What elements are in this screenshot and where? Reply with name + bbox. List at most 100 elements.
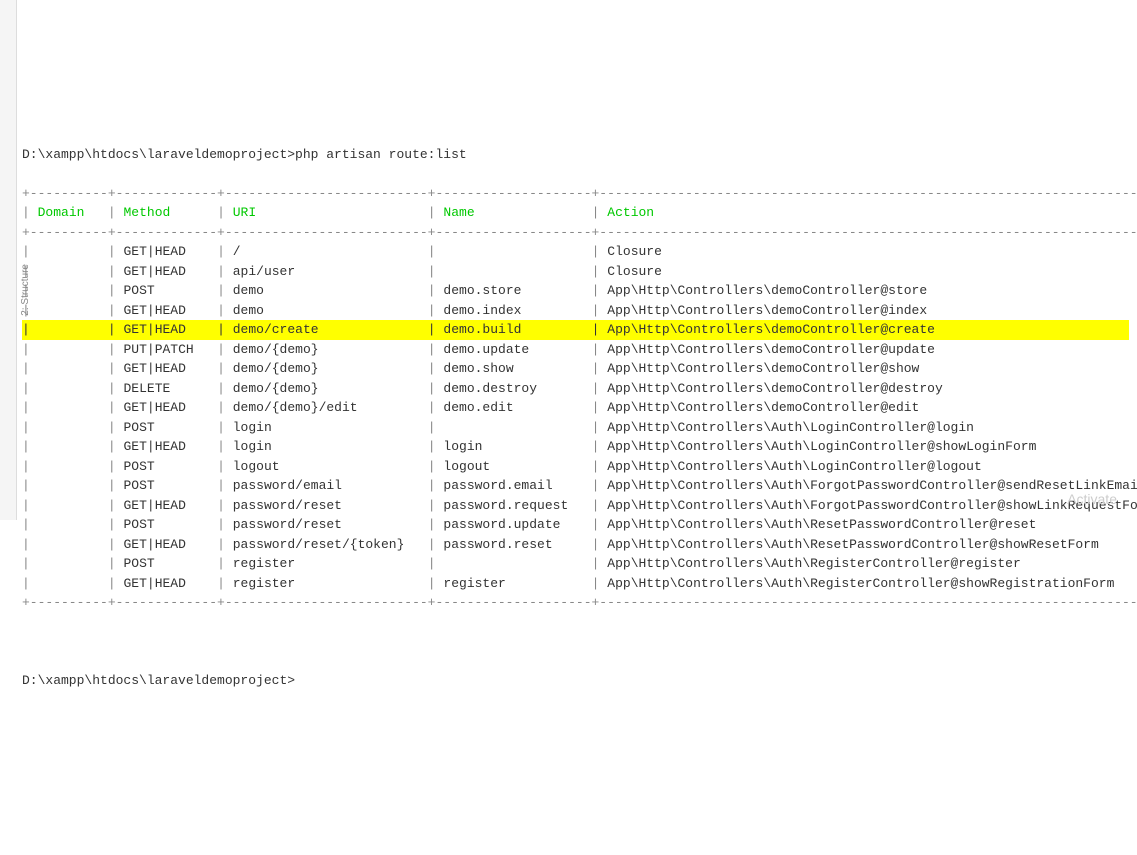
table-row: | | POST | password/reset | password.upd… [22, 515, 1129, 535]
cell-action: App\Http\Controllers\demoController@dest… [607, 381, 1130, 396]
cell-name: password.request [443, 498, 583, 513]
cell-domain [38, 264, 100, 279]
table-header-row: | Domain | Method | URI | Name | Action … [22, 203, 1129, 223]
table-row: | | GET|HEAD | login | login | App\Http\… [22, 437, 1129, 457]
cell-method: GET|HEAD [123, 439, 209, 454]
table-row: | | POST | login | | App\Http\Controller… [22, 418, 1129, 438]
cell-action: App\Http\Controllers\Auth\ForgotPassword… [607, 498, 1137, 513]
table-separator: +----------+-------------+--------------… [22, 184, 1129, 204]
table-row: | | GET|HEAD | demo/{demo}/edit | demo.e… [22, 398, 1129, 418]
cell-uri: api/user [233, 264, 420, 279]
cell-domain [38, 517, 100, 532]
cell-domain [38, 361, 100, 376]
cell-action: App\Http\Controllers\demoController@crea… [607, 322, 1130, 337]
cell-action: App\Http\Controllers\demoController@upda… [607, 342, 1130, 357]
cell-name: demo.destroy [443, 381, 583, 396]
cell-uri: demo/{demo} [233, 342, 420, 357]
cell-method: GET|HEAD [123, 244, 209, 259]
cell-name [443, 244, 583, 259]
cell-method: POST [123, 420, 209, 435]
cell-name: password.email [443, 478, 583, 493]
cell-uri: login [233, 420, 420, 435]
table-row: | | GET|HEAD | register | register | App… [22, 574, 1129, 594]
table-row: | | POST | password/email | password.ema… [22, 476, 1129, 496]
cell-name: logout [443, 459, 583, 474]
cell-method: GET|HEAD [123, 322, 209, 337]
table-row: | | GET|HEAD | / | | Closure | web | [22, 242, 1129, 262]
cell-uri: login [233, 439, 420, 454]
cell-uri: register [233, 576, 420, 591]
activate-watermark: Activate [1067, 489, 1117, 510]
cell-method: GET|HEAD [123, 303, 209, 318]
cell-name: login [443, 439, 583, 454]
column-header-name: Name [443, 205, 583, 220]
cell-domain [38, 420, 100, 435]
cell-name: demo.index [443, 303, 583, 318]
cell-domain [38, 478, 100, 493]
cell-method: POST [123, 283, 209, 298]
terminal-output: D:\xampp\htdocs\laraveldemoproject>php a… [22, 125, 1129, 710]
cell-name: demo.store [443, 283, 583, 298]
cell-uri: demo [233, 303, 420, 318]
cell-method: GET|HEAD [123, 264, 209, 279]
cell-uri: demo/{demo} [233, 381, 420, 396]
cell-method: PUT|PATCH [123, 342, 209, 357]
cell-name: register [443, 576, 583, 591]
cell-action: App\Http\Controllers\Auth\RegisterContro… [607, 576, 1130, 591]
cell-name: password.reset [443, 537, 583, 552]
ide-sidebar: 2: Structure [0, 0, 17, 520]
cell-method: GET|HEAD [123, 498, 209, 513]
command-prompt: D:\xampp\htdocs\laraveldemoproject>php a… [22, 145, 1129, 165]
table-row: | | POST | logout | logout | App\Http\Co… [22, 457, 1129, 477]
cell-domain [38, 537, 100, 552]
cell-domain [38, 576, 100, 591]
cell-name: demo.show [443, 361, 583, 376]
column-header-method: Method [123, 205, 209, 220]
cell-uri: logout [233, 459, 420, 474]
cell-action: App\Http\Controllers\Auth\ResetPasswordC… [607, 537, 1130, 552]
cell-domain [38, 439, 100, 454]
cell-domain [38, 303, 100, 318]
cell-domain [38, 556, 100, 571]
cell-uri: password/reset [233, 498, 420, 513]
cell-uri: / [233, 244, 420, 259]
cell-action: Closure [607, 244, 1130, 259]
table-row: | | GET|HEAD | demo | demo.index | App\H… [22, 301, 1129, 321]
cell-uri: demo/{demo} [233, 361, 420, 376]
cell-action: App\Http\Controllers\Auth\ForgotPassword… [607, 478, 1137, 493]
cell-uri: register [233, 556, 420, 571]
cell-uri: password/reset/{token} [233, 537, 420, 552]
cell-method: DELETE [123, 381, 209, 396]
sidebar-label[interactable]: 2: Structure [16, 260, 35, 320]
table-row: | | POST | register | | App\Http\Control… [22, 554, 1129, 574]
cell-domain [38, 283, 100, 298]
cell-action: App\Http\Controllers\demoController@edit [607, 400, 1130, 415]
cell-action: App\Http\Controllers\demoController@show [607, 361, 1130, 376]
cell-name [443, 420, 583, 435]
cell-domain [38, 381, 100, 396]
table-row: | | PUT|PATCH | demo/{demo} | demo.updat… [22, 340, 1129, 360]
cell-name: demo.edit [443, 400, 583, 415]
cell-name [443, 264, 583, 279]
column-header-uri: URI [233, 205, 420, 220]
cell-domain [38, 342, 100, 357]
cell-action: App\Http\Controllers\Auth\LoginControlle… [607, 439, 1130, 454]
table-row: | | GET|HEAD | api/user | | Closure | ap… [22, 262, 1129, 282]
column-header-domain: Domain [38, 205, 100, 220]
cell-domain [38, 400, 100, 415]
cell-name: demo.update [443, 342, 583, 357]
cell-method: GET|HEAD [123, 576, 209, 591]
cell-action: App\Http\Controllers\Auth\LoginControlle… [607, 459, 1130, 474]
cell-domain [38, 244, 100, 259]
cell-name: password.update [443, 517, 583, 532]
cell-domain [38, 322, 100, 337]
table-row: | | GET|HEAD | demo/{demo} | demo.show |… [22, 359, 1129, 379]
cell-action: App\Http\Controllers\demoController@stor… [607, 283, 1130, 298]
cell-action: App\Http\Controllers\Auth\RegisterContro… [607, 556, 1130, 571]
table-row: | | POST | demo | demo.store | App\Http\… [22, 281, 1129, 301]
cell-action: Closure [607, 264, 1130, 279]
cell-method: GET|HEAD [123, 400, 209, 415]
table-row: | | DELETE | demo/{demo} | demo.destroy … [22, 379, 1129, 399]
cell-name [443, 556, 583, 571]
cell-uri: demo/create [233, 322, 420, 337]
